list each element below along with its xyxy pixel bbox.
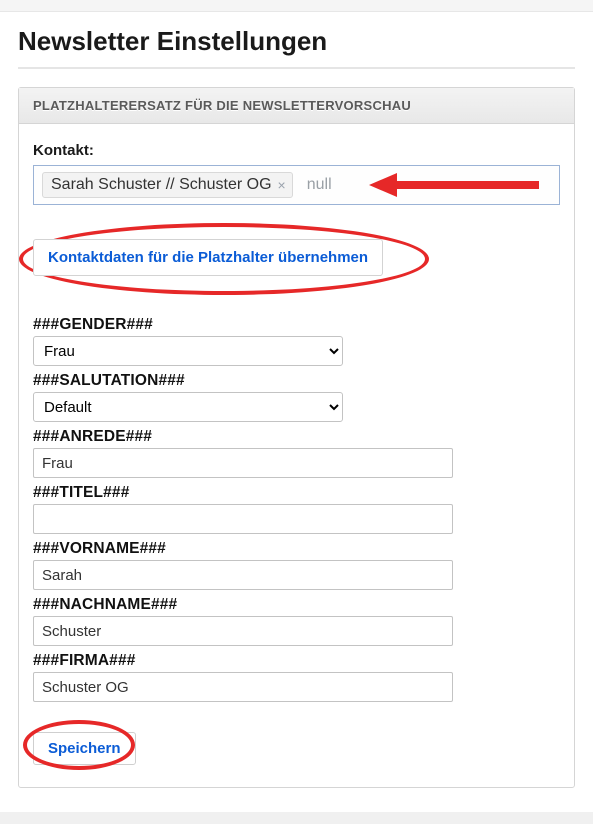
label-nachname: ###NACHNAME###	[33, 596, 560, 614]
label-salutation: ###SALUTATION###	[33, 372, 560, 390]
top-bar	[0, 0, 593, 12]
input-anrede[interactable]	[33, 448, 453, 478]
save-button[interactable]: Speichern	[33, 732, 136, 765]
contact-input[interactable]: Sarah Schuster // Schuster OG × null	[33, 165, 560, 205]
apply-contact-button[interactable]: Kontaktdaten für die Platzhalter überneh…	[33, 239, 383, 276]
label-gender: ###GENDER###	[33, 316, 560, 334]
save-button-wrap: Speichern	[33, 732, 136, 765]
panel-header: PLATZHALTERERSATZ FÜR DIE NEWSLETTERVORS…	[19, 88, 574, 124]
select-salutation[interactable]: Default	[33, 392, 343, 422]
contact-label: Kontakt:	[33, 142, 560, 159]
label-titel: ###TITEL###	[33, 484, 560, 502]
label-anrede: ###ANREDE###	[33, 428, 560, 446]
placeholder-fields: ###GENDER### Frau ###SALUTATION### Defau…	[33, 316, 560, 702]
apply-button-wrap: Kontaktdaten für die Platzhalter überneh…	[33, 239, 383, 276]
page: Newsletter Einstellungen PLATZHALTERERSA…	[0, 12, 593, 812]
input-firma[interactable]	[33, 672, 453, 702]
input-nachname[interactable]	[33, 616, 453, 646]
label-firma: ###FIRMA###	[33, 652, 560, 670]
contact-tag-text: Sarah Schuster // Schuster OG	[51, 176, 272, 194]
panel-body: Kontakt: Sarah Schuster // Schuster OG ×…	[19, 124, 574, 787]
select-gender[interactable]: Frau	[33, 336, 343, 366]
contact-null-text: null	[301, 176, 332, 194]
annotation-arrow-icon	[369, 170, 549, 200]
input-vorname[interactable]	[33, 560, 453, 590]
input-titel[interactable]	[33, 504, 453, 534]
remove-tag-icon[interactable]: ×	[278, 177, 286, 193]
contact-tag: Sarah Schuster // Schuster OG ×	[42, 172, 293, 198]
page-title: Newsletter Einstellungen	[18, 26, 575, 69]
label-vorname: ###VORNAME###	[33, 540, 560, 558]
placeholder-panel: PLATZHALTERERSATZ FÜR DIE NEWSLETTERVORS…	[18, 87, 575, 788]
